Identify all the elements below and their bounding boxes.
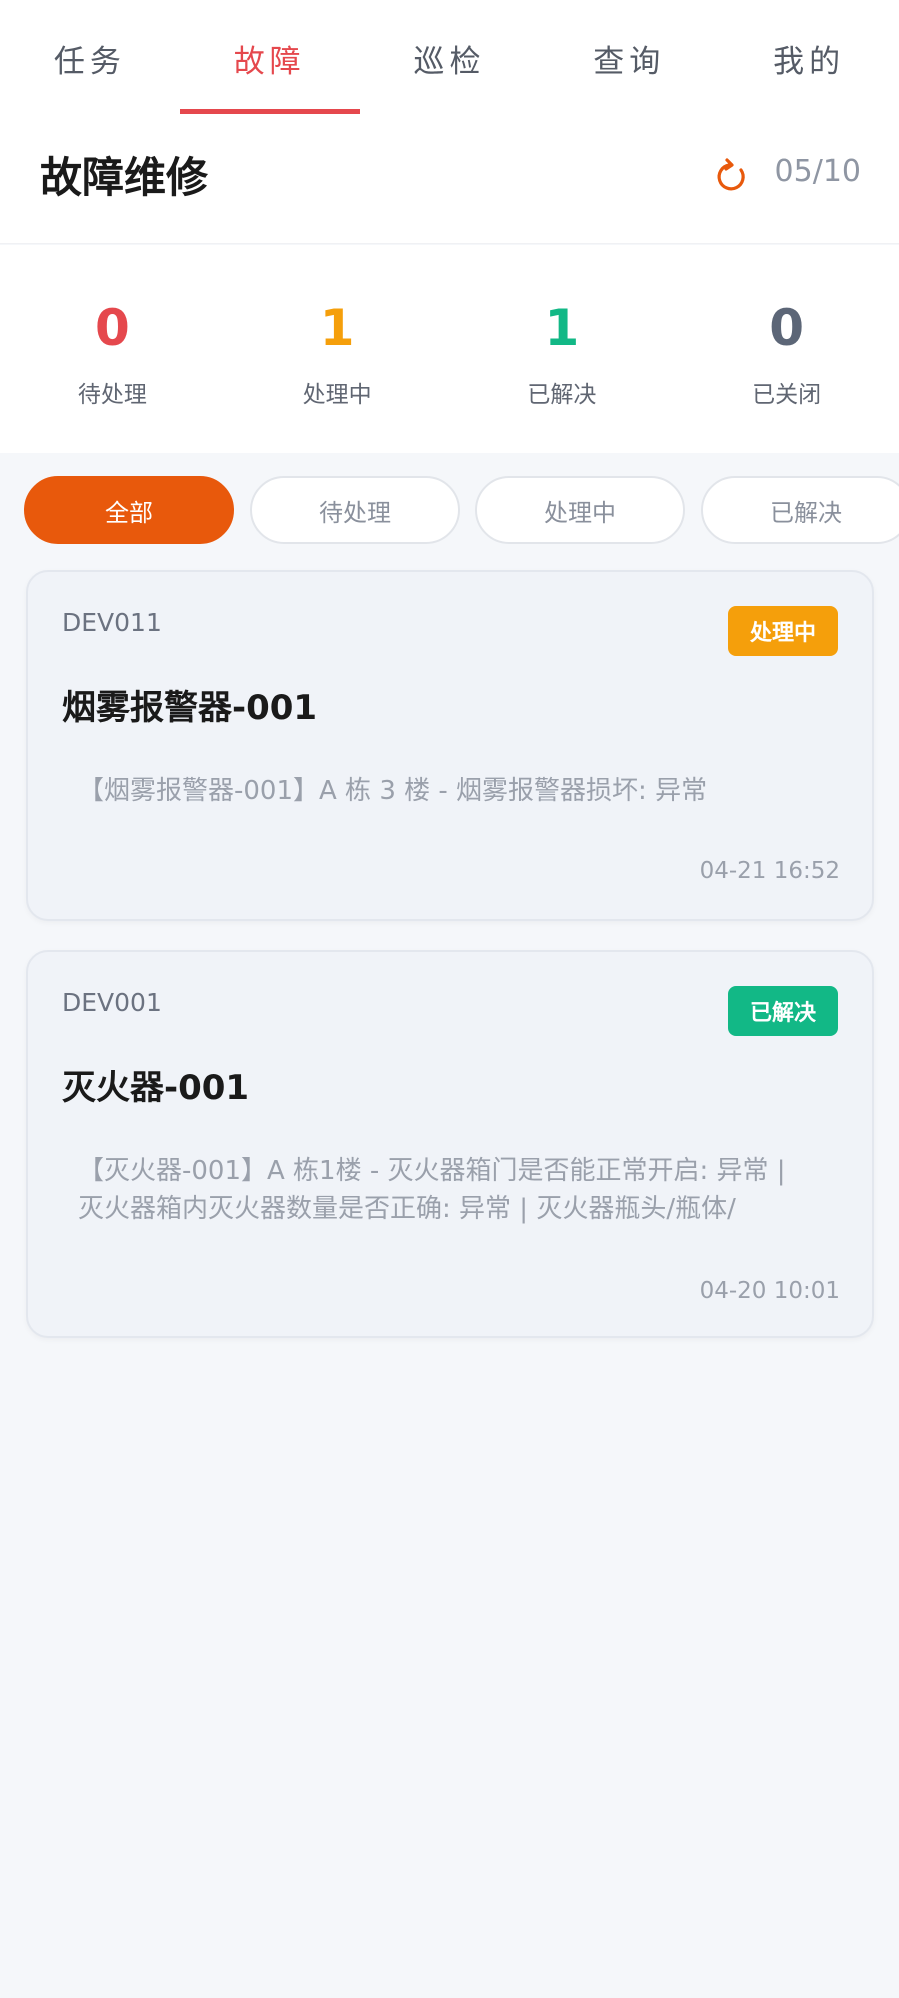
stat-pending[interactable]: 0 待处理	[0, 245, 225, 453]
device-name: 烟雾报警器-001	[62, 688, 318, 728]
status-summary: 0 待处理 1 处理中 1 已解决 0 已关闭	[0, 245, 899, 453]
refresh-icon-graphic	[717, 158, 745, 191]
stat-resolved[interactable]: 1 已解决	[450, 245, 675, 453]
status-badge: 已解决	[727, 986, 838, 1036]
status-badge: 处理中	[727, 606, 838, 656]
tab-query[interactable]: 查询	[539, 0, 719, 116]
refresh-icon[interactable]	[712, 156, 752, 196]
stat-closed[interactable]: 0 已关闭	[674, 245, 899, 453]
top-tab-bar: 任务 故障 巡检 查询 我的	[0, 0, 899, 116]
page: 任务 故障 巡检 查询 我的 故障维修 05/10 0 待处理 1 处理中 1 …	[0, 0, 899, 1998]
fault-time: 04-21 16:52	[699, 858, 840, 884]
device-code: DEV001	[62, 988, 162, 1017]
filter-chip-pending[interactable]: 待处理	[250, 476, 460, 544]
stat-processing[interactable]: 1 处理中	[225, 245, 450, 453]
page-title: 故障维修	[40, 153, 209, 202]
fault-card[interactable]: DEV001 已解决 灭火器-001 【灭火器-001】A 栋1楼 - 灭火器箱…	[26, 950, 874, 1338]
tab-faults[interactable]: 故障	[179, 0, 360, 116]
date-display: 05/10	[774, 154, 861, 189]
fault-card[interactable]: DEV011 处理中 烟雾报警器-001 【烟雾报警器-001】A 栋 3 楼 …	[26, 570, 874, 921]
filter-chip-all[interactable]: 全部	[24, 476, 234, 544]
stat-value: 0	[769, 299, 805, 357]
fault-time: 04-20 10:01	[699, 1278, 840, 1304]
stat-value: 1	[319, 299, 355, 357]
tab-mine[interactable]: 我的	[719, 0, 899, 116]
fault-description: 【烟雾报警器-001】A 栋 3 楼 - 烟雾报警器损坏: 异常	[78, 776, 708, 806]
device-name: 灭火器-001	[62, 1068, 250, 1108]
stat-value: 1	[544, 299, 580, 357]
device-code: DEV011	[62, 608, 162, 637]
stat-label: 待处理	[77, 382, 147, 408]
tab-inspection[interactable]: 巡检	[360, 0, 540, 116]
stat-label: 已关闭	[752, 382, 822, 408]
stat-label: 已解决	[527, 382, 597, 408]
filter-chip-resolved[interactable]: 已解决	[701, 476, 899, 544]
stat-label: 处理中	[302, 382, 372, 408]
stat-value: 0	[94, 299, 130, 357]
fault-description: 【灭火器-001】A 栋1楼 - 灭火器箱门是否能正常开启: 异常 | 灭火器箱…	[78, 1156, 786, 1224]
filter-chip-bar: 全部 待处理 处理中 已解决	[0, 476, 899, 544]
filter-chip-processing[interactable]: 处理中	[475, 476, 685, 544]
page-header: 故障维修 05/10	[0, 116, 899, 244]
tab-tasks[interactable]: 任务	[0, 0, 180, 116]
